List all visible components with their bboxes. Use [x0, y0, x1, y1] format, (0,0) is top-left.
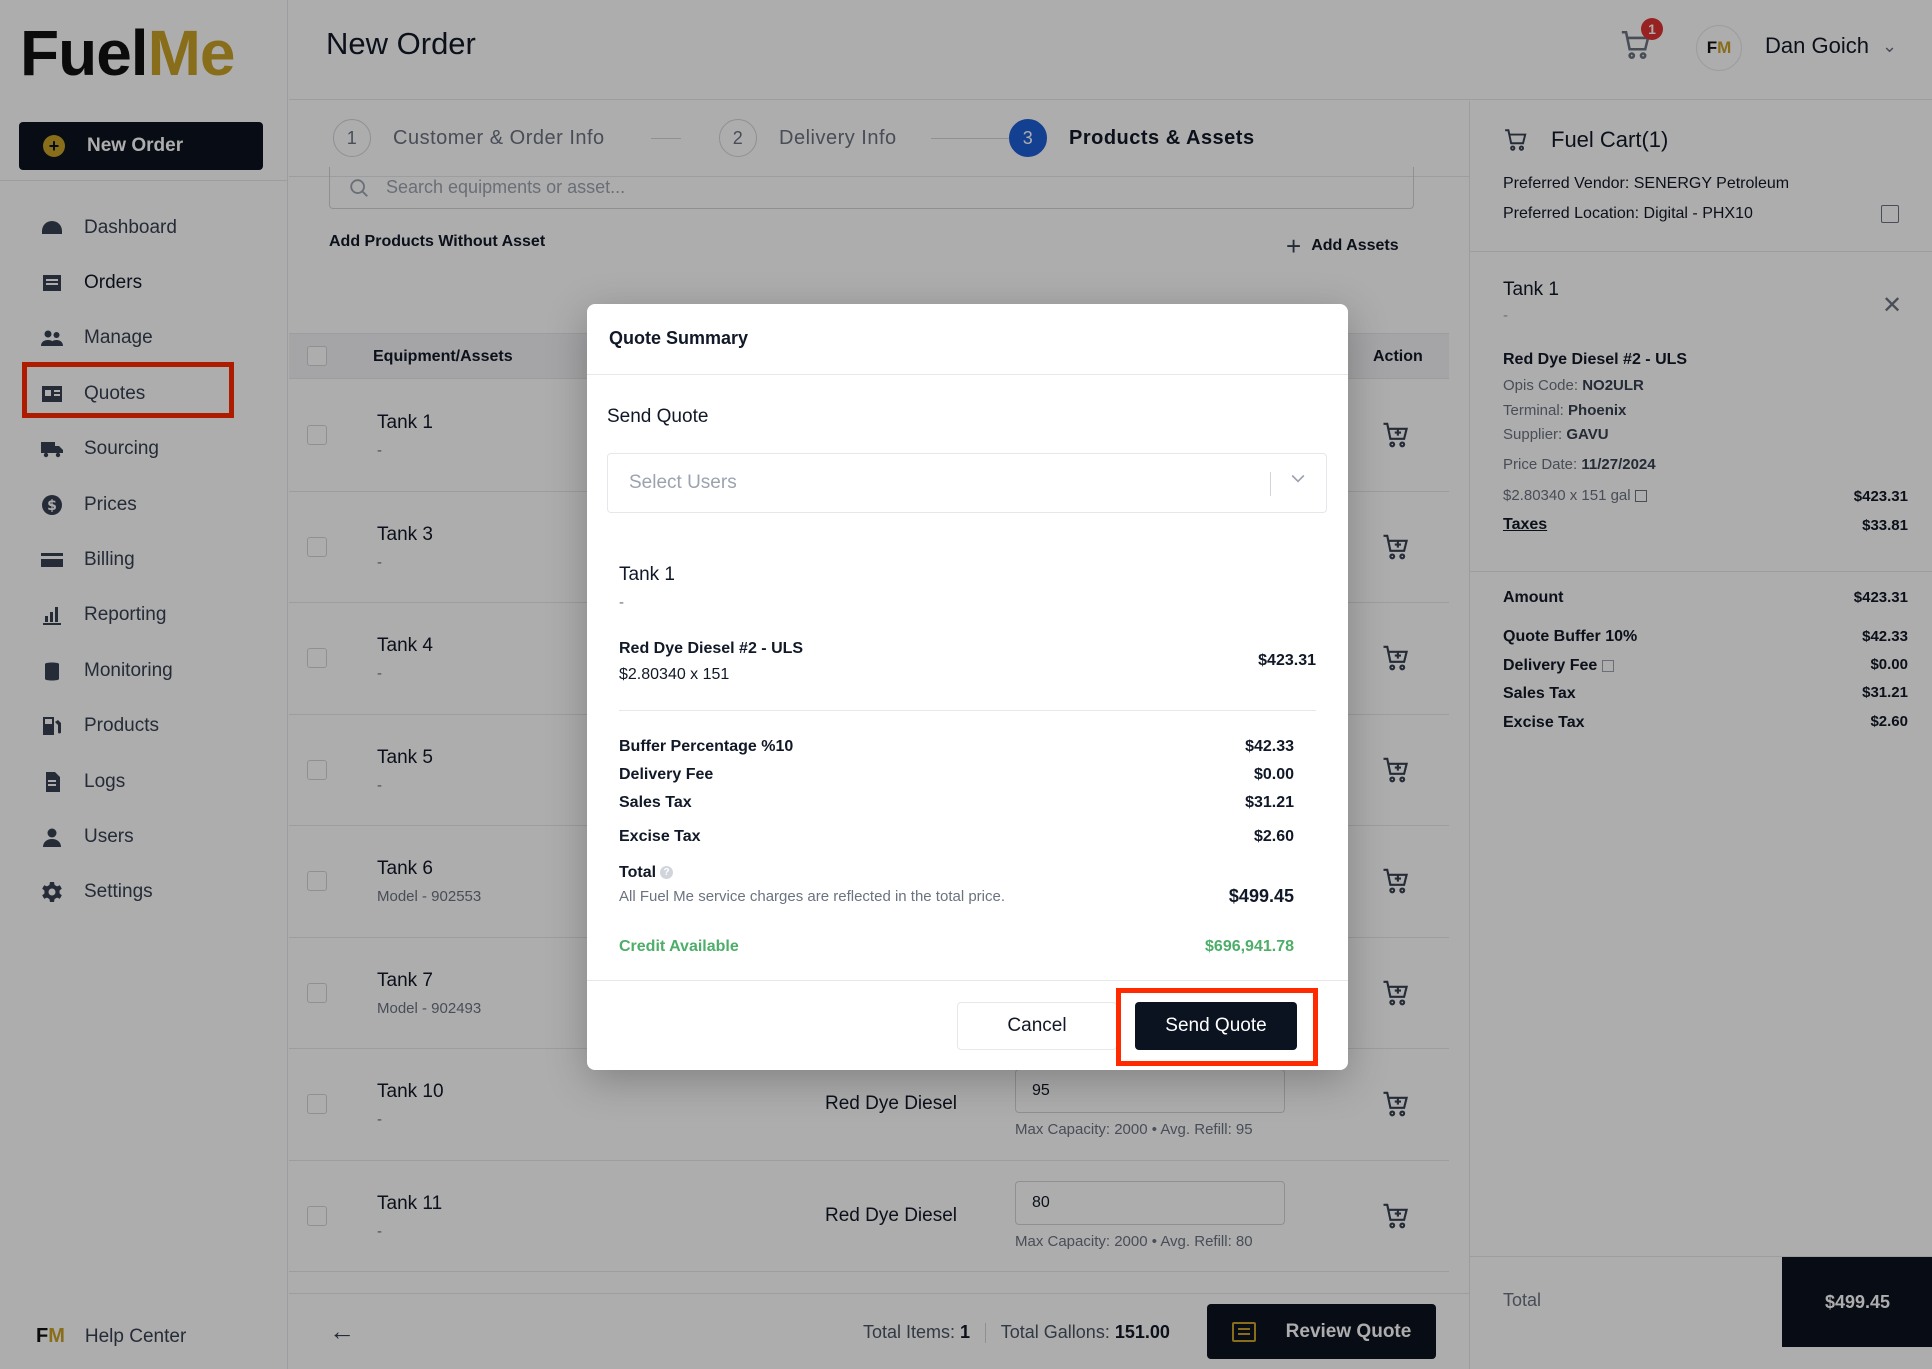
credit-available-value: $696,941.78: [1205, 938, 1294, 955]
quote-line-value: $0.00: [1253, 766, 1294, 783]
cancel-button[interactable]: Cancel: [957, 1002, 1117, 1050]
quote-product-amount: $423.31: [1258, 652, 1316, 669]
divider: [587, 980, 1348, 981]
quote-tank-subtitle: -: [619, 594, 624, 611]
quote-line-label: Excise Tax: [619, 828, 701, 845]
modal-title: Quote Summary: [609, 328, 749, 348]
select-users-dropdown[interactable]: Select Users: [607, 453, 1327, 513]
quote-summary-modal: Quote Summary Send Quote Select Users Ta…: [587, 304, 1348, 1070]
divider: [587, 374, 1348, 375]
send-quote-button[interactable]: Send Quote: [1135, 1002, 1297, 1050]
quote-total-label: Total?: [619, 864, 674, 882]
credit-available-label: Credit Available: [619, 938, 739, 955]
quote-line-value: $31.21: [1245, 794, 1294, 811]
quote-tank-name: Tank 1: [619, 564, 675, 585]
send-quote-label: Send Quote: [607, 406, 709, 427]
quote-product-name: Red Dye Diesel #2 - ULS: [619, 640, 804, 657]
divider: [619, 710, 1316, 711]
quote-line-label: Sales Tax: [619, 794, 692, 811]
divider: [1270, 472, 1271, 496]
quote-line-value: $2.60: [1253, 828, 1294, 845]
quote-line-label: Delivery Fee: [619, 766, 714, 783]
quote-line-label: Buffer Percentage %10: [619, 738, 794, 755]
select-users-placeholder: Select Users: [629, 472, 737, 493]
quote-total-label-text: Total: [619, 864, 657, 881]
help-icon[interactable]: ?: [660, 866, 674, 880]
quote-product-calc: $2.80340 x 151: [619, 666, 730, 683]
quote-line-value: $42.33: [1245, 738, 1294, 755]
quote-total-value: $499.45: [1228, 886, 1294, 906]
chevron-down-icon: [1288, 468, 1312, 492]
quote-total-note: All Fuel Me service charges are reflecte…: [619, 888, 1006, 905]
